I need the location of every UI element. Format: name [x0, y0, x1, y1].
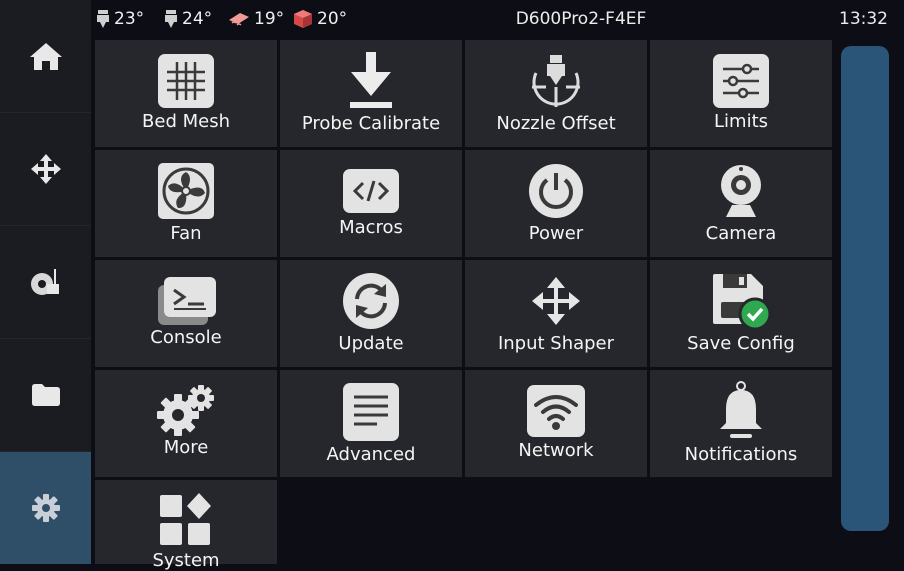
clock: 13:32 [839, 9, 888, 29]
temp-value: 20° [317, 9, 348, 29]
sidebar-item-files[interactable] [0, 339, 91, 452]
bed-mesh-icon [158, 54, 214, 108]
chamber-temp[interactable]: 20° [293, 0, 347, 38]
home-icon [29, 43, 62, 70]
nozzle-offset-icon [532, 55, 580, 107]
extruder-temp-2[interactable]: 24° [164, 0, 212, 38]
sidebar-item-move[interactable] [0, 113, 91, 226]
tile-label: Fan [170, 223, 202, 244]
printer-name: D600Pro2-F4EF [515, 9, 647, 29]
bed-temp[interactable]: 19° [228, 0, 284, 38]
scrollbar[interactable] [841, 46, 889, 531]
save-check-icon [713, 274, 771, 330]
power-icon [529, 164, 583, 218]
tile-label: More [163, 437, 209, 458]
move-icon [30, 154, 61, 184]
wifi-icon [527, 385, 585, 437]
tile-label: Network [518, 440, 594, 461]
move-arrows-icon [532, 277, 580, 325]
tile-label: Console [150, 327, 222, 348]
probe-down-arrow-icon [350, 52, 392, 108]
folder-icon [31, 384, 60, 406]
tile-label: Nozzle Offset [496, 113, 616, 134]
status-bar: 23° 24° 19° 20° D600Pro2-F4EF 13:32 [91, 0, 904, 38]
input-shaper-button[interactable]: Input Shaper [465, 260, 647, 367]
sidebar-item-settings[interactable] [0, 452, 91, 564]
console-button[interactable]: Console [95, 260, 277, 367]
bed-mesh-button[interactable]: Bed Mesh [95, 40, 277, 147]
code-icon [343, 169, 399, 213]
limits-button[interactable]: Limits [650, 40, 832, 147]
refresh-icon [343, 273, 399, 329]
macros-button[interactable]: Macros [280, 150, 462, 257]
tile-label: Macros [339, 217, 403, 238]
filament-spool-icon [30, 269, 59, 295]
nozzle-offset-button[interactable]: Nozzle Offset [465, 40, 647, 147]
extruder-temp-1[interactable]: 23° [96, 0, 144, 38]
tile-label: System [152, 550, 220, 571]
system-grid-icon [160, 493, 211, 545]
gears-icon [157, 385, 214, 436]
sliders-icon [713, 54, 769, 108]
heated-bed-icon [229, 13, 249, 26]
bell-icon [720, 381, 762, 438]
webcam-icon [721, 165, 761, 217]
tile-label: Probe Calibrate [301, 113, 441, 134]
tile-label: Advanced [326, 444, 416, 465]
extruder-icon [165, 10, 177, 28]
tile-label: Update [338, 333, 404, 354]
camera-button[interactable]: Camera [650, 150, 832, 257]
sidebar [0, 0, 91, 564]
extruder-icon [97, 10, 109, 28]
fan-button[interactable]: Fan [95, 150, 277, 257]
probe-calibrate-button[interactable]: Probe Calibrate [280, 40, 462, 147]
tile-label: Limits [714, 111, 768, 132]
temp-value: 24° [182, 9, 213, 29]
tile-label: Notifications [684, 444, 798, 465]
fan-icon [158, 163, 214, 219]
tile-label: Bed Mesh [142, 111, 230, 132]
temp-value: 23° [114, 9, 145, 29]
console-icon [158, 277, 216, 325]
sidebar-item-home[interactable] [0, 0, 91, 113]
tile-label: Power [528, 223, 584, 244]
sidebar-item-filament[interactable] [0, 226, 91, 339]
notifications-button[interactable]: Notifications [650, 370, 832, 477]
system-button[interactable]: System [95, 480, 277, 571]
document-lines-icon [343, 383, 399, 441]
save-config-button[interactable]: Save Config [650, 260, 832, 367]
chamber-icon [294, 10, 312, 28]
tile-label: Input Shaper [497, 333, 615, 354]
tile-label: Camera [705, 223, 777, 244]
advanced-button[interactable]: Advanced [280, 370, 462, 477]
more-button[interactable]: More [95, 370, 277, 477]
update-button[interactable]: Update [280, 260, 462, 367]
network-button[interactable]: Network [465, 370, 647, 477]
tile-label: Save Config [687, 333, 795, 354]
gear-icon [31, 494, 60, 522]
temp-value: 19° [254, 9, 285, 29]
power-button[interactable]: Power [465, 150, 647, 257]
